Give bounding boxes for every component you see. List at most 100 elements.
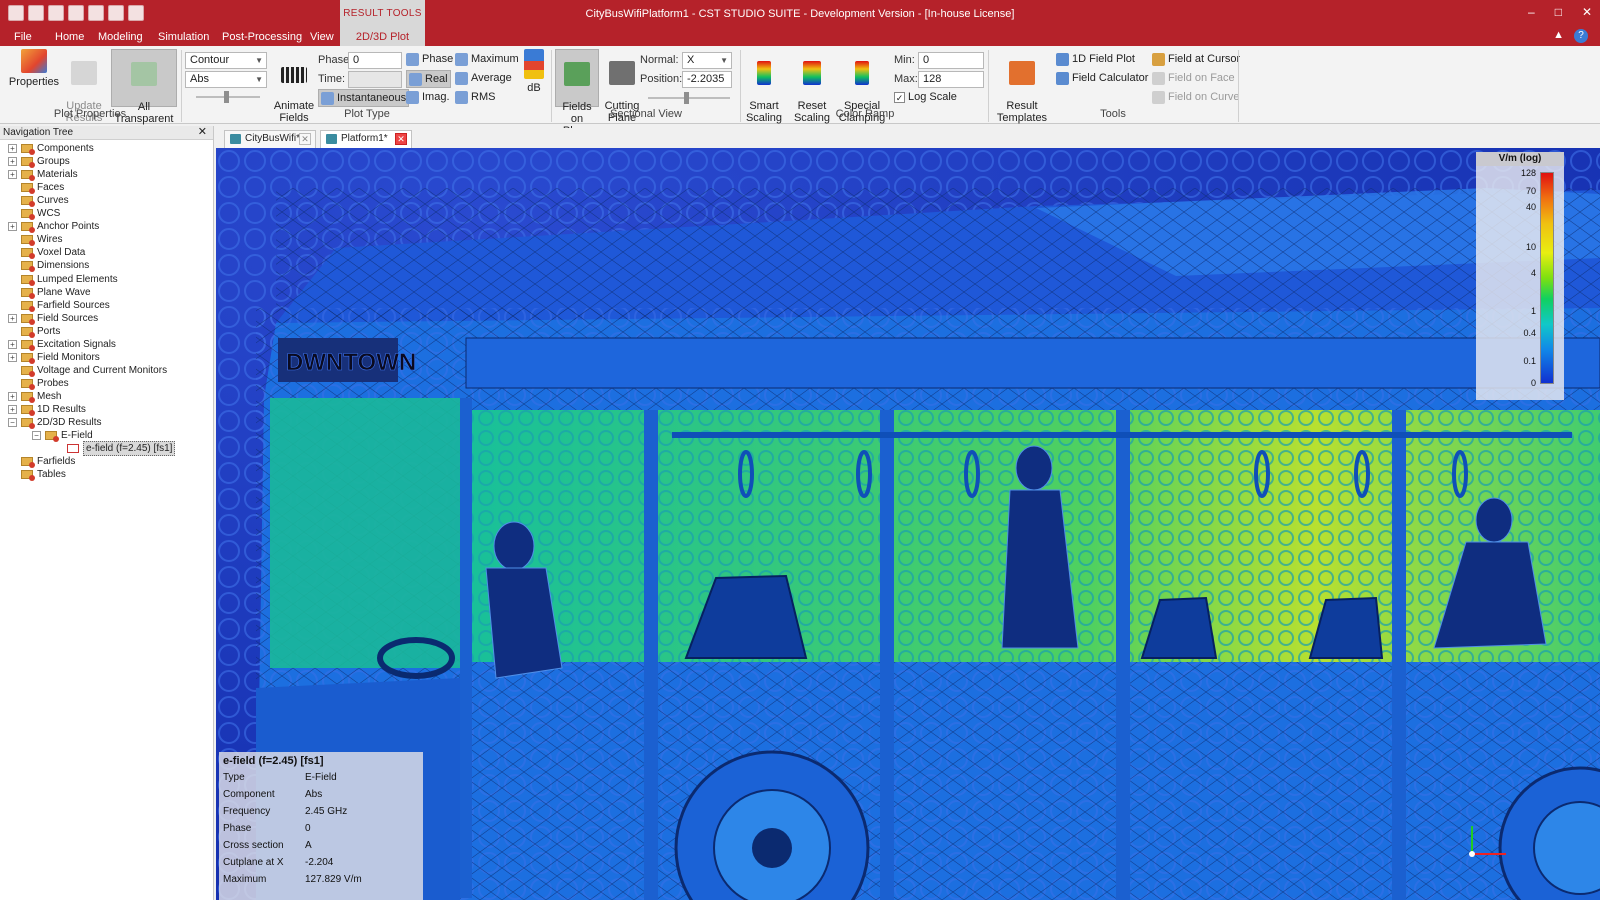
tree-item[interactable]: − E-Field — [32, 429, 93, 443]
tree-item-label: Field Monitors — [37, 351, 100, 363]
tree-item[interactable]: Voltage and Current Monitors — [8, 364, 167, 377]
tree-item[interactable]: Faces — [8, 181, 64, 195]
tree-item[interactable]: + Materials — [8, 168, 78, 182]
min-input[interactable]: 0 — [918, 52, 984, 69]
tree-item-label: 1D Results — [37, 404, 86, 415]
restore-button[interactable]: □ — [1555, 0, 1562, 24]
tree-item[interactable]: Dimensions — [8, 259, 89, 273]
expand-toggle-icon[interactable]: − — [8, 418, 17, 428]
tab-view[interactable]: View — [310, 28, 334, 46]
tree-item[interactable]: Plane Wave — [8, 286, 91, 299]
field-on-face-button[interactable]: Field on Face — [1152, 70, 1235, 86]
legend-tick: 10 — [1525, 242, 1536, 252]
tab-modeling[interactable]: Modeling — [98, 28, 143, 46]
tree-item[interactable]: Ports — [8, 325, 60, 338]
expand-toggle-icon[interactable]: + — [8, 313, 17, 323]
tab-post-processing[interactable]: Post-Processing — [222, 28, 302, 46]
max-input[interactable]: 128 — [918, 71, 984, 88]
legend-tick: 0.1 — [1523, 356, 1536, 366]
1d-field-plot-button[interactable]: 1D Field Plot — [1056, 51, 1135, 67]
tree-item[interactable]: +1D Results — [8, 403, 86, 416]
tree-item[interactable]: Curves — [8, 194, 69, 208]
expand-toggle-icon[interactable]: − — [32, 431, 41, 441]
all-transparent-button[interactable]: All Transparent — [111, 49, 177, 125]
expand-toggle-icon[interactable]: + — [8, 405, 17, 414]
tree-item[interactable]: + Mesh — [8, 390, 61, 403]
tree-item-label: e-field (f=2.45) [fs1] — [83, 441, 176, 457]
field-on-curve-button[interactable]: Field on Curve — [1152, 89, 1240, 105]
tab-simulation[interactable]: Simulation — [158, 28, 209, 46]
close-icon[interactable]: ✕ — [198, 126, 207, 139]
tree-item[interactable]: Probes — [8, 377, 69, 390]
collapse-ribbon-icon[interactable]: ▲ — [1553, 29, 1564, 43]
time-input[interactable] — [348, 71, 402, 88]
ribbon: Properties Update Results All Transparen… — [0, 46, 1600, 137]
tree-item[interactable]: + Field Monitors — [8, 351, 100, 364]
phase-input[interactable]: 0 — [348, 52, 402, 69]
tree-item[interactable]: WCS — [8, 207, 60, 221]
doc-tab-platform1[interactable]: Platform1* ✕ — [320, 130, 412, 148]
plot-style-select[interactable]: Contour ▼ — [185, 52, 267, 69]
expand-toggle-icon[interactable]: + — [8, 222, 17, 232]
properties-button[interactable]: Properties — [8, 49, 60, 88]
real-button[interactable]: Real — [406, 70, 451, 88]
tree-item[interactable]: Wires — [8, 233, 63, 247]
slider-knob[interactable] — [684, 92, 689, 104]
slider-knob[interactable] — [224, 91, 229, 103]
position-slider[interactable] — [648, 92, 730, 104]
component-select[interactable]: Abs ▼ — [185, 71, 267, 88]
expand-toggle-icon[interactable]: + — [8, 157, 17, 167]
tab-2d-3d-plot[interactable]: 2D/3D Plot — [340, 28, 425, 46]
position-input[interactable]: -2.2035 — [682, 71, 732, 88]
tree-item[interactable]: e-field (f=2.45) [fs1] — [54, 441, 176, 457]
tree-item[interactable]: + Excitation Signals — [8, 338, 116, 351]
help-icon[interactable]: ? — [1574, 29, 1588, 43]
group-label-sectional-view: Sectional View — [610, 108, 682, 120]
3d-viewport[interactable]: DWNTOWN — [216, 148, 1600, 900]
minimize-button[interactable]: – — [1528, 0, 1535, 24]
fields-on-plane-button[interactable]: Fields on Plane — [555, 49, 599, 137]
field-at-cursor-button[interactable]: Field at Cursor — [1152, 51, 1240, 67]
tab-home[interactable]: Home — [55, 28, 84, 46]
field-calculator-button[interactable]: Field Calculator — [1056, 70, 1148, 86]
expand-toggle-icon[interactable]: + — [8, 144, 17, 153]
imag-button[interactable]: Imag. — [406, 89, 450, 105]
expand-toggle-icon[interactable]: + — [8, 339, 17, 349]
tree-item[interactable]: − 2D/3D Results — [8, 416, 101, 430]
expand-toggle-icon[interactable]: + — [8, 391, 17, 401]
rms-button[interactable]: RMS — [455, 89, 495, 105]
tab-file[interactable]: File — [14, 28, 32, 46]
tree-item[interactable]: + Components — [8, 142, 94, 155]
tree-item[interactable]: Farfield Sources — [8, 299, 110, 312]
expand-toggle-icon[interactable]: + — [8, 352, 17, 362]
log-scale-checkbox[interactable]: ✓ Log Scale — [894, 91, 957, 103]
tree-item[interactable]: + Groups — [8, 155, 70, 169]
doc-tab-citybuswifi[interactable]: CityBusWifi* ✕ — [224, 130, 316, 148]
tree-item[interactable]: + Field Sources — [8, 312, 98, 325]
cutting-plane-icon — [609, 61, 635, 85]
folder-icon — [21, 222, 35, 234]
maximum-button[interactable]: Maximum — [455, 51, 519, 67]
normal-select[interactable]: X ▼ — [682, 52, 732, 69]
group-label-tools: Tools — [1100, 108, 1126, 120]
tree-item[interactable]: Voxel Data — [8, 246, 85, 260]
tree-item[interactable]: Lumped Elements — [8, 273, 118, 286]
instantaneous-button[interactable]: Instantaneous — [318, 89, 410, 107]
close-tab-icon[interactable]: ✕ — [395, 133, 407, 145]
tree-item[interactable]: + Anchor Points — [8, 220, 99, 234]
db-button[interactable]: dB — [520, 49, 548, 94]
close-window-button[interactable]: ✕ — [1582, 0, 1592, 24]
plot-quality-slider[interactable] — [196, 91, 260, 103]
average-button[interactable]: Average — [455, 70, 512, 86]
folder-icon — [21, 378, 35, 390]
tree-item[interactable]: Farfields — [8, 455, 75, 469]
close-tab-icon[interactable]: ✕ — [299, 133, 311, 145]
expand-toggle-icon[interactable]: + — [8, 170, 17, 180]
window-controls: – □ ✕ — [1528, 0, 1592, 24]
phase-button[interactable]: Phase — [406, 51, 453, 67]
tree-item[interactable]: Tables — [8, 468, 66, 482]
